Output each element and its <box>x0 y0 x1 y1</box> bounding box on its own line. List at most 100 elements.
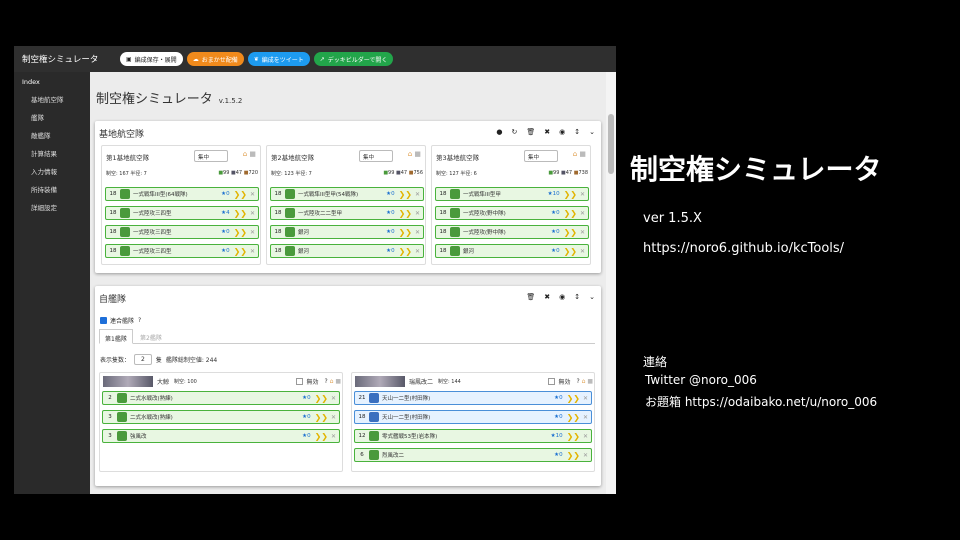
remove-icon[interactable]: ✕ <box>415 248 423 255</box>
remove-icon[interactable]: ✕ <box>580 210 588 217</box>
equipment-slot[interactable]: 18 一式戦隼III型甲(54戦隊) ★0 ❯❯ ✕ <box>270 187 424 201</box>
invalid-checkbox[interactable] <box>296 377 304 385</box>
remove-icon[interactable]: ✕ <box>415 210 423 217</box>
equipment-name[interactable]: 一式陸攻(野中隊) <box>463 228 551 236</box>
proficiency-chevron-icon[interactable]: ❯❯ <box>315 413 328 422</box>
base-icon[interactable]: ⌂ <box>330 378 334 385</box>
proficiency-star[interactable]: ★0 <box>302 395 310 401</box>
base-icon[interactable]: ⌂ <box>582 378 586 385</box>
proficiency-chevron-icon[interactable]: ❯❯ <box>399 190 412 199</box>
trash-icon[interactable]: 🗑 <box>526 128 535 136</box>
equipment-name[interactable]: 一式陸攻二二型甲 <box>298 209 386 217</box>
reset-icon[interactable]: ↻ <box>512 128 518 136</box>
proficiency-star[interactable]: ★0 <box>551 229 559 235</box>
equipment-slot[interactable]: 18 銀河 ★0 ❯❯ ✕ <box>435 244 589 258</box>
equipment-slot[interactable]: 3 強風改 ★0 ❯❯ ✕ <box>102 429 340 443</box>
tab-fleet-2[interactable]: 第2艦隊 <box>135 329 167 344</box>
proficiency-chevron-icon[interactable]: ❯❯ <box>234 190 247 199</box>
equipment-slot[interactable]: 18 一式陸攻三四型 ★0 ❯❯ ✕ <box>105 244 259 258</box>
proficiency-chevron-icon[interactable]: ❯❯ <box>399 228 412 237</box>
collapse-icon[interactable]: ⌄ <box>589 128 595 136</box>
proficiency-chevron-icon[interactable]: ❯❯ <box>234 209 247 218</box>
combined-fleet-checkbox[interactable]: 連合艦隊? <box>100 316 141 325</box>
scrollbar-thumb[interactable] <box>608 114 614 174</box>
proficiency-star[interactable]: ★0 <box>302 414 310 420</box>
remove-icon[interactable]: ✕ <box>583 395 591 402</box>
remove-icon[interactable]: ✕ <box>250 191 258 198</box>
tools-icon[interactable]: ✖ <box>544 293 550 301</box>
equipment-name[interactable]: 烈風改二 <box>382 451 554 459</box>
base-mode-select[interactable]: 集中 <box>524 150 558 162</box>
toolbar-button-2[interactable]: ☁ おまかせ配備 <box>186 52 244 66</box>
sidebar-item-1[interactable]: 基地航空隊 <box>14 90 90 108</box>
proficiency-star[interactable]: ★0 <box>386 210 394 216</box>
equipment-slot[interactable]: 18 一式陸攻三四型 ★4 ❯❯ ✕ <box>105 206 259 220</box>
trash-icon[interactable]: 🗑 <box>526 293 535 301</box>
proficiency-chevron-icon[interactable]: ❯❯ <box>315 432 328 441</box>
equipment-name[interactable]: 一式陸攻三四型 <box>133 228 221 236</box>
scrollbar[interactable] <box>606 72 616 494</box>
remove-icon[interactable]: ✕ <box>250 210 258 217</box>
equipment-name[interactable]: 銀河 <box>298 228 386 236</box>
equipment-slot[interactable]: 12 零式艦戦53型(岩本隊) ★10 ❯❯ ✕ <box>354 429 592 443</box>
remove-icon[interactable]: ✕ <box>580 191 588 198</box>
equipment-slot[interactable]: 18 一式戦隼III型(64戦隊) ★0 ❯❯ ✕ <box>105 187 259 201</box>
contact-odaibako[interactable]: お題箱 https://odaibako.net/u/noro_006 <box>645 393 877 410</box>
proficiency-star[interactable]: ★10 <box>548 191 560 197</box>
proficiency-star[interactable]: ★0 <box>221 248 229 254</box>
base-mode-select[interactable]: 集中 <box>194 150 228 162</box>
equipment-slot[interactable]: 18 一式戦隼III型甲 ★10 ❯❯ ✕ <box>435 187 589 201</box>
equipment-slot[interactable]: 18 天山一二型(村田隊) ★0 ❯❯ ✕ <box>354 410 592 424</box>
proficiency-chevron-icon[interactable]: ❯❯ <box>315 394 328 403</box>
equipment-slot[interactable]: 21 天山一二型(村田隊) ★0 ❯❯ ✕ <box>354 391 592 405</box>
proficiency-star[interactable]: ★0 <box>386 191 394 197</box>
proficiency-chevron-icon[interactable]: ❯❯ <box>564 209 577 218</box>
ship-name[interactable]: 大鯨 <box>157 377 169 386</box>
equipment-name[interactable]: 一式戦隼III型甲 <box>463 190 548 198</box>
proficiency-chevron-icon[interactable]: ❯❯ <box>567 451 580 460</box>
sidebar-item-2[interactable]: 艦隊 <box>14 108 90 126</box>
equipment-name[interactable]: 天山一二型(村田隊) <box>382 394 554 402</box>
drop-icon[interactable]: ● <box>496 128 502 136</box>
proficiency-chevron-icon[interactable]: ❯❯ <box>567 394 580 403</box>
proficiency-chevron-icon[interactable]: ❯❯ <box>399 247 412 256</box>
trash-icon[interactable]: ■ <box>335 378 341 385</box>
remove-icon[interactable]: ✕ <box>331 414 339 421</box>
proficiency-star[interactable]: ★0 <box>551 248 559 254</box>
equipment-name[interactable]: 天山一二型(村田隊) <box>382 413 554 421</box>
sidebar-item-4[interactable]: 計算結果 <box>14 144 90 162</box>
equipment-name[interactable]: 強風改 <box>130 432 302 440</box>
display-count-select[interactable]: 2 <box>134 354 152 365</box>
proficiency-chevron-icon[interactable]: ❯❯ <box>399 209 412 218</box>
sidebar-item-6[interactable]: 所持装備 <box>14 180 90 198</box>
proficiency-star[interactable]: ★0 <box>221 229 229 235</box>
equipment-slot[interactable]: 18 一式陸攻二二型甲 ★0 ❯❯ ✕ <box>270 206 424 220</box>
equipment-slot[interactable]: 18 一式陸攻(野中隊) ★0 ❯❯ ✕ <box>435 225 589 239</box>
remove-icon[interactable]: ✕ <box>580 248 588 255</box>
trash-icon[interactable]: ■ <box>414 150 421 158</box>
proficiency-chevron-icon[interactable]: ❯❯ <box>567 432 580 441</box>
remove-icon[interactable]: ✕ <box>415 191 423 198</box>
equipment-slot[interactable]: 3 二式水戦改(熟練) ★0 ❯❯ ✕ <box>102 410 340 424</box>
proficiency-chevron-icon[interactable]: ❯❯ <box>234 228 247 237</box>
equipment-name[interactable]: 銀河 <box>463 247 551 255</box>
proficiency-star[interactable]: ★4 <box>221 210 229 216</box>
sidebar-item-5[interactable]: 入力情報 <box>14 162 90 180</box>
equipment-name[interactable]: 二式水戦改(熟練) <box>130 394 302 402</box>
info-url[interactable]: https://noro6.github.io/kcTools/ <box>643 241 844 256</box>
base-icon[interactable]: ⌂ <box>408 150 412 158</box>
trash-icon[interactable]: ■ <box>579 150 586 158</box>
proficiency-star[interactable]: ★10 <box>551 433 563 439</box>
ship-name[interactable]: 瑞鳳改二 <box>409 377 433 386</box>
base-icon[interactable]: ⌂ <box>243 150 247 158</box>
remove-icon[interactable]: ✕ <box>580 229 588 236</box>
remove-icon[interactable]: ✕ <box>331 395 339 402</box>
equipment-slot[interactable]: 18 一式陸攻(野中隊) ★0 ❯❯ ✕ <box>435 206 589 220</box>
sidebar-item-7[interactable]: 詳細設定 <box>14 198 90 216</box>
equipment-slot[interactable]: 6 烈風改二 ★0 ❯❯ ✕ <box>354 448 592 462</box>
trash-icon[interactable]: ■ <box>587 378 593 385</box>
equipment-name[interactable]: 一式戦隼III型甲(54戦隊) <box>298 190 386 198</box>
equipment-name[interactable]: 一式陸攻(野中隊) <box>463 209 551 217</box>
remove-icon[interactable]: ✕ <box>250 229 258 236</box>
proficiency-star[interactable]: ★0 <box>386 248 394 254</box>
